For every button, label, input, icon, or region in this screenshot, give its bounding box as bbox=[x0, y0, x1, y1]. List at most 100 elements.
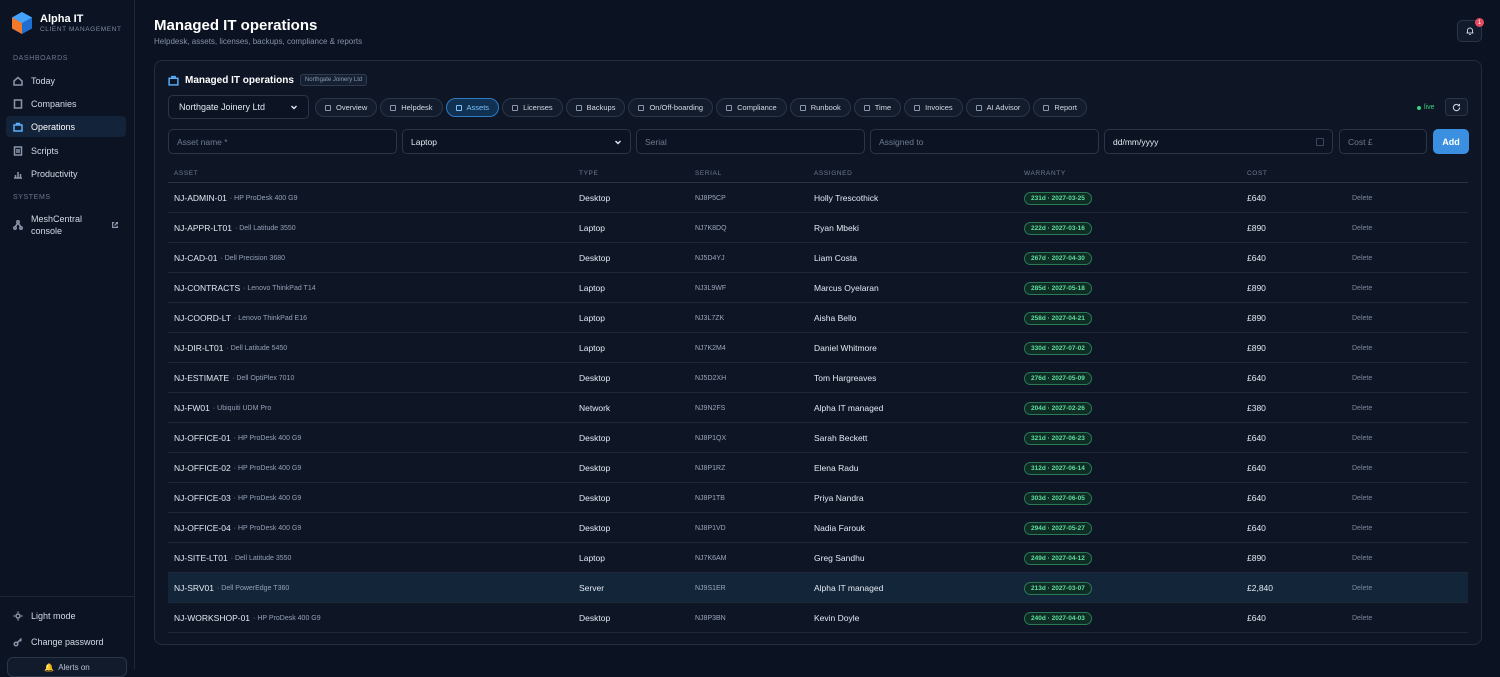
delete-button[interactable]: Delete bbox=[1352, 393, 1372, 423]
tab-label: On/Off-boarding bbox=[649, 103, 704, 112]
delete-button[interactable]: Delete bbox=[1352, 273, 1372, 303]
tab-report[interactable]: Report bbox=[1033, 98, 1087, 117]
table-row[interactable]: NJ-OFFICE-03 · HP ProDesk 400 G9 Desktop NJ… bbox=[168, 483, 1468, 513]
table-row[interactable]: NJ-SRV01 · Dell PowerEdge T360 Server NJ9S1… bbox=[168, 573, 1468, 603]
clock-icon bbox=[863, 104, 870, 111]
cost-cell: £890 bbox=[1247, 343, 1266, 353]
calendar-icon[interactable] bbox=[1316, 137, 1324, 146]
tab-invoices[interactable]: Invoices bbox=[904, 98, 963, 117]
delete-button[interactable]: Delete bbox=[1352, 303, 1372, 333]
type-select[interactable]: Laptop bbox=[402, 129, 631, 154]
sidebar-item-label: Operations bbox=[31, 121, 76, 132]
asset-cell: NJ-ADMIN-01 · HP ProDesk 400 G9 bbox=[174, 183, 297, 213]
delete-button[interactable]: Delete bbox=[1352, 213, 1372, 243]
table-row[interactable]: NJ-OFFICE-04 · HP ProDesk 400 G9 Desktop NJ… bbox=[168, 513, 1468, 543]
delete-button[interactable]: Delete bbox=[1352, 513, 1372, 543]
delete-button[interactable]: Delete bbox=[1352, 243, 1372, 273]
refresh-icon bbox=[1452, 103, 1461, 111]
tab-label: Overview bbox=[336, 103, 368, 112]
sidebar-item-label: Productivity bbox=[31, 168, 78, 179]
delete-button[interactable]: Delete bbox=[1352, 423, 1372, 453]
light-mode-label: Light mode bbox=[31, 610, 76, 621]
asset-model: · Dell Latitude 3550 bbox=[234, 224, 296, 232]
table-row[interactable]: NJ-SITE-LT01 · Dell Latitude 3550 Laptop NJ… bbox=[168, 543, 1468, 573]
tab-compliance[interactable]: Compliance bbox=[716, 98, 787, 117]
asset-name: NJ-FW01 bbox=[174, 403, 210, 413]
add-asset-button[interactable]: Add bbox=[1433, 129, 1469, 154]
asset-model: · HP ProDesk 400 G9 bbox=[229, 194, 298, 202]
assigned-cell: Holly Trescothick bbox=[814, 193, 879, 203]
asset-model: · Dell PowerEdge T360 bbox=[217, 584, 290, 592]
tab-time[interactable]: Time bbox=[853, 98, 902, 117]
tab-backups[interactable]: Backups bbox=[565, 98, 626, 117]
table-row[interactable]: NJ-ESTIMATE · Dell OptiPlex 7010 Desktop NJ… bbox=[168, 363, 1468, 393]
table-row[interactable]: NJ-FW01 · Ubiquiti UDM Pro Network NJ9N2FS A… bbox=[168, 393, 1468, 423]
asset-name: NJ-ESTIMATE bbox=[174, 373, 230, 383]
asset-name: NJ-SITE-LT01 bbox=[174, 553, 228, 563]
assigned-to-input[interactable]: Assigned to bbox=[870, 129, 1099, 154]
brand[interactable]: Alpha IT CLIENT MANAGEMENT bbox=[10, 11, 122, 35]
sidebar-item-operations[interactable]: Operations bbox=[6, 116, 126, 137]
refresh-button[interactable] bbox=[1445, 98, 1468, 116]
asset-cell: NJ-OFFICE-03 · HP ProDesk 400 G9 bbox=[174, 483, 301, 513]
assigned-cell: Greg Sandhu bbox=[814, 553, 865, 563]
assigned-cell: Kevin Doyle bbox=[814, 613, 860, 623]
asset-cell: NJ-DIR-LT01 · Dell Latitude 5450 bbox=[174, 333, 287, 363]
table-row[interactable]: NJ-ADMIN-01 · HP ProDesk 400 G9 Desktop NJ8… bbox=[168, 183, 1468, 213]
delete-button[interactable]: Delete bbox=[1352, 603, 1372, 633]
delete-button[interactable]: Delete bbox=[1352, 183, 1372, 213]
tab-label: AI Advisor bbox=[986, 103, 1021, 112]
delete-button[interactable]: Delete bbox=[1352, 453, 1372, 483]
tab-assets[interactable]: Assets bbox=[445, 98, 500, 117]
sidebar-item-productivity[interactable]: Productivity bbox=[6, 163, 126, 184]
table-row[interactable]: NJ-COORD-LT · Lenovo ThinkPad E16 Laptop NJ… bbox=[168, 303, 1468, 333]
assigned-cell: Priya Nandra bbox=[814, 493, 864, 503]
card-title: Managed IT operations bbox=[185, 74, 294, 86]
table-row[interactable]: NJ-DIR-LT01 · Dell Latitude 5450 Laptop NJ7… bbox=[168, 333, 1468, 363]
delete-button[interactable]: Delete bbox=[1352, 543, 1372, 573]
asset-model: · Lenovo ThinkPad E16 bbox=[233, 314, 308, 322]
type-cell: Desktop bbox=[579, 523, 611, 533]
tab-helpdesk[interactable]: Helpdesk bbox=[380, 98, 443, 117]
table-row[interactable]: NJ-OFFICE-02 · HP ProDesk 400 G9 Desktop NJ… bbox=[168, 453, 1468, 483]
tab-overview[interactable]: Overview bbox=[315, 98, 378, 117]
tab-runbook[interactable]: Runbook bbox=[789, 98, 851, 117]
asset-model: · Lenovo ThinkPad T14 bbox=[243, 284, 316, 292]
monitor-icon bbox=[455, 104, 462, 111]
asset-name-input[interactable]: Asset name * bbox=[168, 129, 397, 154]
asset-model: · HP ProDesk 400 G9 bbox=[233, 434, 302, 442]
table-row[interactable]: NJ-CAD-01 · Dell Precision 3680 Desktop NJ5… bbox=[168, 243, 1468, 273]
serial-input[interactable]: Serial bbox=[636, 129, 865, 154]
delete-button[interactable]: Delete bbox=[1352, 333, 1372, 363]
asset-model: · HP ProDesk 400 G9 bbox=[253, 614, 321, 622]
page-subtitle: Helpdesk, assets, licenses, backups, com… bbox=[154, 37, 363, 46]
change-password-button[interactable]: Change password bbox=[6, 631, 126, 652]
sidebar-item-companies[interactable]: Companies bbox=[6, 93, 126, 114]
sidebar-item-meshcentral[interactable]: MeshCentral console bbox=[6, 212, 126, 238]
sidebar-item-today[interactable]: Today bbox=[6, 70, 126, 91]
invoice-icon bbox=[914, 104, 921, 111]
delete-button[interactable]: Delete bbox=[1352, 363, 1372, 393]
tab-onoff-boarding[interactable]: On/Off-boarding bbox=[628, 98, 714, 117]
sidebar-item-scripts[interactable]: Scripts bbox=[6, 140, 126, 161]
warranty-cell: 276d · 2027-05-09 bbox=[1024, 363, 1092, 393]
table-row[interactable]: NJ-CONTRACTS · Lenovo ThinkPad T14 Laptop N… bbox=[168, 273, 1468, 303]
company-select[interactable]: Northgate Joinery Ltd bbox=[168, 95, 309, 119]
warranty-badge: 249d · 2027-04-12 bbox=[1024, 551, 1092, 565]
delete-button[interactable]: Delete bbox=[1352, 573, 1372, 603]
notifications-button[interactable]: 1 bbox=[1457, 18, 1484, 42]
warranty-date-input[interactable]: dd/mm/yyyy bbox=[1104, 129, 1333, 154]
asset-cell: NJ-CAD-01 · Dell Precision 3680 bbox=[174, 243, 285, 273]
table-row[interactable]: NJ-APPR-LT01 · Dell Latitude 3550 Laptop NJ… bbox=[168, 213, 1468, 243]
tab-licenses[interactable]: Licenses bbox=[502, 98, 563, 117]
delete-button[interactable]: Delete bbox=[1352, 483, 1372, 513]
document-icon bbox=[13, 145, 23, 156]
alerts-toggle[interactable]: 🔔 Alerts on bbox=[7, 657, 127, 677]
table-row[interactable]: NJ-WORKSHOP-01 · HP ProDesk 400 G9 Desktop… bbox=[168, 603, 1468, 633]
tab-ai-advisor[interactable]: AI Advisor bbox=[965, 98, 1031, 117]
light-mode-toggle[interactable]: Light mode bbox=[6, 605, 126, 626]
warranty-cell: 249d · 2027-04-12 bbox=[1024, 543, 1092, 573]
table-row[interactable]: NJ-OFFICE-01 · HP ProDesk 400 G9 Desktop NJ… bbox=[168, 423, 1468, 453]
cost-input[interactable]: Cost £ bbox=[1339, 129, 1427, 154]
live-indicator: live bbox=[1417, 104, 1435, 111]
